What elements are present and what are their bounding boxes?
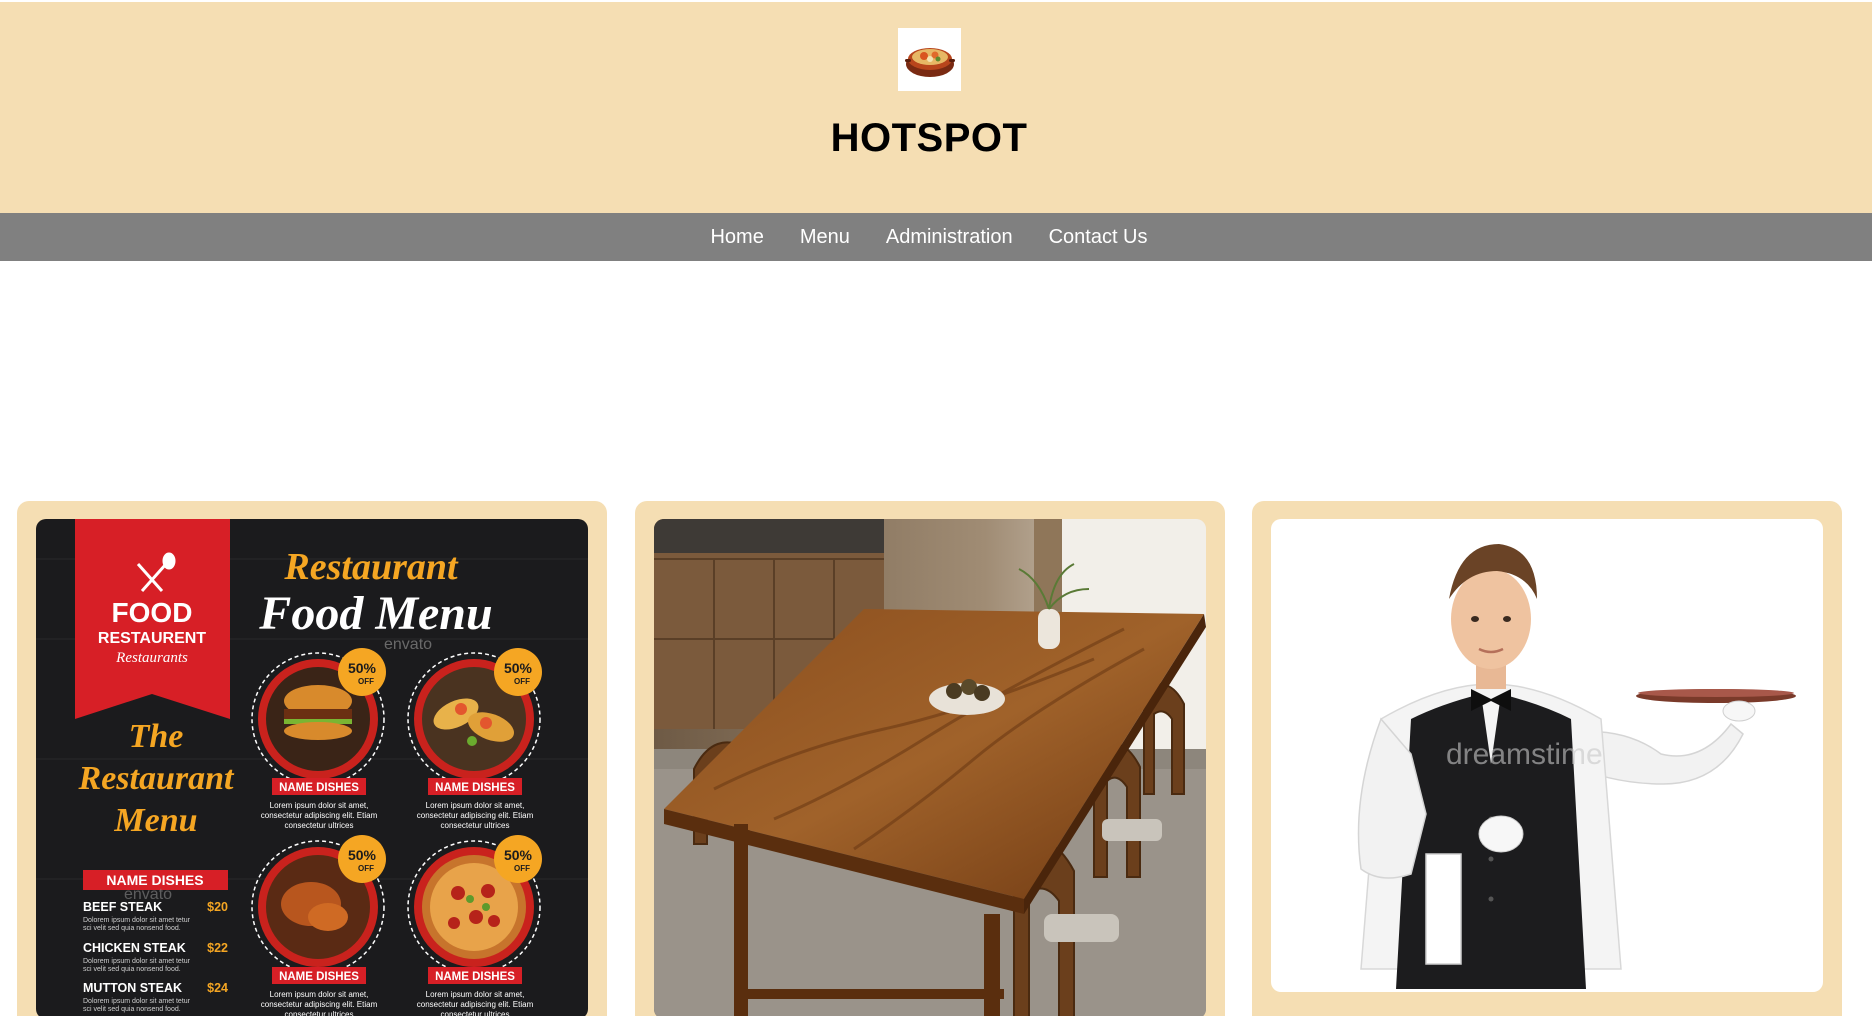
- dish-desc: consectetur adipiscing elit. Etiam: [417, 1000, 534, 1009]
- food-bowl-logo-icon[interactable]: [898, 28, 961, 91]
- dish-price: $24: [207, 981, 228, 995]
- dish-price: $20: [207, 900, 228, 914]
- dish-desc: consectetur adipiscing elit. Etiam: [261, 811, 378, 820]
- dish-price: $22: [207, 941, 228, 955]
- dish-desc: sci velit sed quia nonsend food.: [83, 925, 181, 932]
- watermark: envato: [124, 886, 172, 903]
- discount-badge-value: 50%: [504, 660, 533, 676]
- watermark: envato: [384, 636, 432, 653]
- discount-badge-value: 50%: [504, 847, 533, 863]
- dish-desc: consectetur ultrices: [441, 1010, 510, 1016]
- discount-badge-off: OFF: [358, 864, 374, 873]
- service-card[interactable]: dreamstime: [1252, 501, 1842, 1016]
- dish-label: NAME DISHES: [279, 782, 359, 794]
- food-menu-poster-image[interactable]: FOOD RESTAURENT Restaurants Restaurant F…: [36, 519, 588, 1016]
- menu-card[interactable]: FOOD RESTAURENT Restaurants Restaurant F…: [17, 501, 607, 1016]
- dish-desc: consectetur ultrices: [285, 1010, 354, 1016]
- dish-desc: Dolorem ipsum dolor sit amet tetur: [83, 958, 191, 965]
- dish-label: NAME DISHES: [435, 782, 515, 794]
- dish-desc: Lorem ipsum dolor sit amet,: [426, 990, 525, 999]
- dish-desc: Lorem ipsum dolor sit amet,: [270, 990, 369, 999]
- banner-line-restaurants: Restaurants: [115, 650, 188, 666]
- dish-name: CHICKEN STEAK: [83, 941, 186, 955]
- main-nav: Home Menu Administration Contact Us: [0, 213, 1872, 261]
- watermark: dreamstime: [1446, 738, 1603, 771]
- dish-desc: Lorem ipsum dolor sit amet,: [426, 801, 525, 810]
- nav-menu-link[interactable]: Menu: [800, 226, 850, 249]
- dining-table-photo: [654, 519, 1206, 1016]
- dining-table-image[interactable]: [654, 519, 1206, 1016]
- dish-desc: Lorem ipsum dolor sit amet,: [270, 801, 369, 810]
- banner-line-food: FOOD: [112, 597, 193, 628]
- site-title: HOTSPOT: [830, 116, 1028, 160]
- dish-desc: Dolorem ipsum dolor sit amet tetur: [83, 917, 191, 924]
- nav-home-link[interactable]: Home: [710, 226, 763, 249]
- dish-desc: consectetur ultrices: [285, 821, 354, 830]
- dish-name: MUTTON STEAK: [83, 981, 182, 995]
- side-title-the: The: [129, 718, 184, 755]
- banner-line-restaurent: RESTAURENT: [98, 630, 206, 647]
- dish-desc: consectetur adipiscing elit. Etiam: [417, 811, 534, 820]
- discount-badge-value: 50%: [348, 660, 377, 676]
- dining-card[interactable]: [635, 501, 1225, 1016]
- headline-restaurant: Restaurant: [283, 546, 459, 588]
- dish-label: NAME DISHES: [435, 971, 515, 983]
- side-title-menu: Menu: [113, 802, 197, 839]
- discount-badge-off: OFF: [514, 677, 530, 686]
- dish-desc: consectetur ultrices: [441, 821, 510, 830]
- nav-contact-us-link[interactable]: Contact Us: [1049, 226, 1148, 249]
- nav-administration-link[interactable]: Administration: [886, 226, 1013, 249]
- waiter-image[interactable]: dreamstime: [1271, 519, 1823, 992]
- dish-desc: sci velit sed quia nonsend food.: [83, 966, 181, 973]
- food-menu-poster: FOOD RESTAURENT Restaurants Restaurant F…: [36, 519, 588, 1016]
- discount-badge-off: OFF: [514, 864, 530, 873]
- headline-food-menu: Food Menu: [258, 587, 492, 640]
- dish-label: NAME DISHES: [279, 971, 359, 983]
- dish-desc: sci velit sed quia nonsend food.: [83, 1006, 181, 1013]
- discount-badge-value: 50%: [348, 847, 377, 863]
- side-title-restaurant: Restaurant: [78, 760, 235, 797]
- discount-badge-off: OFF: [358, 677, 374, 686]
- dish-desc: Dolorem ipsum dolor sit amet tetur: [83, 998, 191, 1005]
- site-header: HOTSPOT: [0, 2, 1872, 213]
- waiter-photo: dreamstime: [1271, 519, 1823, 992]
- dish-desc: consectetur adipiscing elit. Etiam: [261, 1000, 378, 1009]
